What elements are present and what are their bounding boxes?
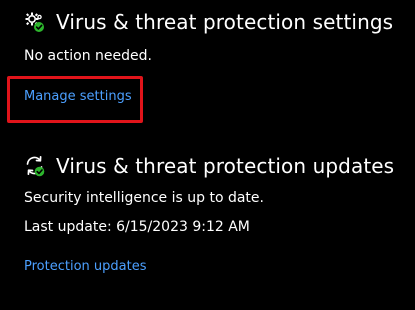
refresh-check-icon <box>24 155 46 177</box>
security-intelligence-status: Security intelligence is up to date. <box>24 190 264 206</box>
protection-settings-title: Virus & threat protection settings <box>56 10 394 34</box>
protection-settings-section: Virus & threat protection settings No ac… <box>0 0 415 140</box>
protection-updates-section: Virus & threat protection updates Securi… <box>0 148 415 298</box>
protection-updates-link[interactable]: Protection updates <box>24 259 146 274</box>
gear-check-icon <box>24 11 46 33</box>
protection-updates-header: Virus & threat protection updates <box>24 154 394 178</box>
last-update-text: Last update: 6/15/2023 9:12 AM <box>24 219 250 235</box>
protection-settings-header: Virus & threat protection settings <box>24 10 393 34</box>
windows-security-panel: Virus & threat protection settings No ac… <box>0 0 415 310</box>
protection-updates-title: Virus & threat protection updates <box>56 154 395 178</box>
highlight-box <box>7 76 143 123</box>
protection-settings-status: No action needed. <box>24 48 152 64</box>
